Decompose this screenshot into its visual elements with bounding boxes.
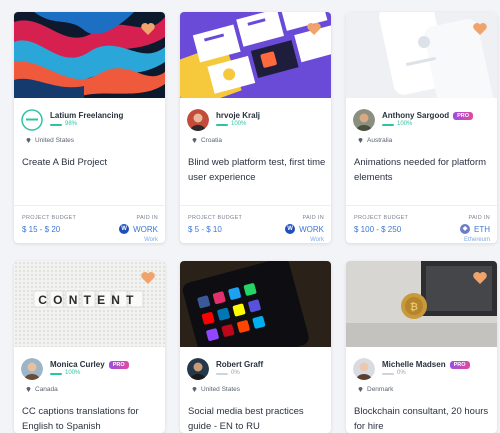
currency-name: Ethereum	[463, 237, 490, 243]
score-percent: 100%	[397, 121, 413, 127]
location: United States	[192, 386, 240, 393]
heart-icon[interactable]	[306, 21, 322, 37]
budget-value: $ 5 - $ 10	[188, 225, 222, 234]
project-title[interactable]: Blockchain consultant, 20 hours for hire	[354, 404, 494, 433]
project-card[interactable]: Robert Graff 0% United States Social med…	[180, 261, 331, 433]
score-bar	[216, 373, 228, 375]
location-pin-icon	[358, 387, 363, 392]
project-card[interactable]: Anthony Sargood PRO 100% Australia Animat…	[346, 12, 497, 243]
divider	[180, 205, 331, 206]
heart-icon[interactable]	[472, 270, 488, 286]
user-name[interactable]: Robert Graff	[216, 360, 263, 369]
currency-name: Work	[310, 237, 324, 243]
user-name[interactable]: Monica Curley PRO	[50, 360, 129, 369]
project-title[interactable]: Animations needed for platform elements	[354, 155, 494, 185]
pro-badge: PRO	[449, 361, 470, 369]
budget-label: PROJECT BUDGET	[354, 215, 409, 221]
location: Australia	[358, 137, 392, 144]
divider	[346, 205, 497, 206]
user-name[interactable]: hrvoje Kralj	[216, 111, 260, 120]
score-bar	[50, 373, 62, 375]
user-name[interactable]: Latium Freelancing	[50, 111, 123, 120]
project-image	[180, 261, 331, 347]
currency-name: Work	[144, 237, 158, 243]
work-coin-icon: W	[285, 224, 296, 234]
pro-badge: PRO	[453, 112, 474, 120]
score-percent: 0%	[231, 370, 240, 376]
score-percent: 100%	[231, 121, 247, 127]
svg-text:₿: ₿	[410, 301, 418, 313]
avatar	[187, 358, 209, 380]
avatar	[21, 358, 43, 380]
project-title[interactable]: CC captions translations for English to …	[22, 404, 162, 433]
avatar	[353, 109, 375, 131]
location: Croatia	[192, 137, 222, 144]
location: United States	[26, 137, 74, 144]
project-image: ₿	[346, 261, 497, 347]
content-text: CONTENT	[38, 293, 139, 307]
score-bar	[382, 124, 394, 126]
eth-coin-icon: ◆	[460, 224, 470, 234]
paid-in-value: W WORK	[119, 224, 158, 234]
project-title[interactable]: Blind web platform test, first time user…	[188, 155, 328, 185]
location-pin-icon	[192, 138, 197, 143]
paid-in-label: PAID IN	[136, 215, 158, 221]
avatar	[187, 109, 209, 131]
heart-icon[interactable]	[140, 270, 156, 286]
project-title[interactable]: Create A Bid Project	[22, 155, 162, 170]
project-image	[14, 12, 165, 98]
project-card[interactable]: CONTENT Monica Curley PRO 100% Canada CC …	[14, 261, 165, 433]
user-name[interactable]: Michelle Madsen PRO	[382, 360, 470, 369]
score-bar	[382, 373, 394, 375]
location-pin-icon	[26, 138, 31, 143]
location: Canada	[26, 386, 58, 393]
paid-in-value: W WORK	[285, 224, 324, 234]
work-coin-icon: W	[119, 224, 130, 234]
user-name[interactable]: Anthony Sargood PRO	[382, 111, 474, 120]
score-percent: 0%	[397, 370, 406, 376]
budget-label: PROJECT BUDGET	[22, 215, 77, 221]
location-pin-icon	[26, 387, 31, 392]
score-percent: 100%	[65, 370, 81, 376]
heart-icon[interactable]	[140, 21, 156, 37]
budget-label: PROJECT BUDGET	[188, 215, 243, 221]
project-image	[180, 12, 331, 98]
avatar	[353, 358, 375, 380]
project-card[interactable]: Latium Freelancing 98% United States Cre…	[14, 12, 165, 243]
heart-icon[interactable]	[472, 21, 488, 37]
location-pin-icon	[192, 387, 197, 392]
score-percent: 98%	[65, 121, 78, 127]
paid-in-label: PAID IN	[302, 215, 324, 221]
project-card[interactable]: hrvoje Kralj 100% Croatia Blind web plat…	[180, 12, 331, 243]
divider	[14, 205, 165, 206]
pro-badge: PRO	[108, 361, 129, 369]
score-bar	[216, 124, 228, 126]
avatar	[21, 109, 43, 131]
project-image	[346, 12, 497, 98]
project-image: CONTENT	[14, 261, 165, 347]
budget-value: $ 100 - $ 250	[354, 225, 402, 234]
project-card[interactable]: ₿ Michelle Madsen PRO 0% Denmark Blockcha…	[346, 261, 497, 433]
project-grid: Latium Freelancing 98% United States Cre…	[0, 0, 500, 433]
location: Denmark	[358, 386, 393, 393]
project-title[interactable]: Social media best practices guide - EN t…	[188, 404, 328, 433]
location-pin-icon	[358, 138, 363, 143]
score-bar	[50, 124, 62, 126]
budget-value: $ 15 - $ 20	[22, 225, 61, 234]
paid-in-label: PAID IN	[468, 215, 490, 221]
paid-in-value: ◆ ETH	[460, 224, 490, 234]
